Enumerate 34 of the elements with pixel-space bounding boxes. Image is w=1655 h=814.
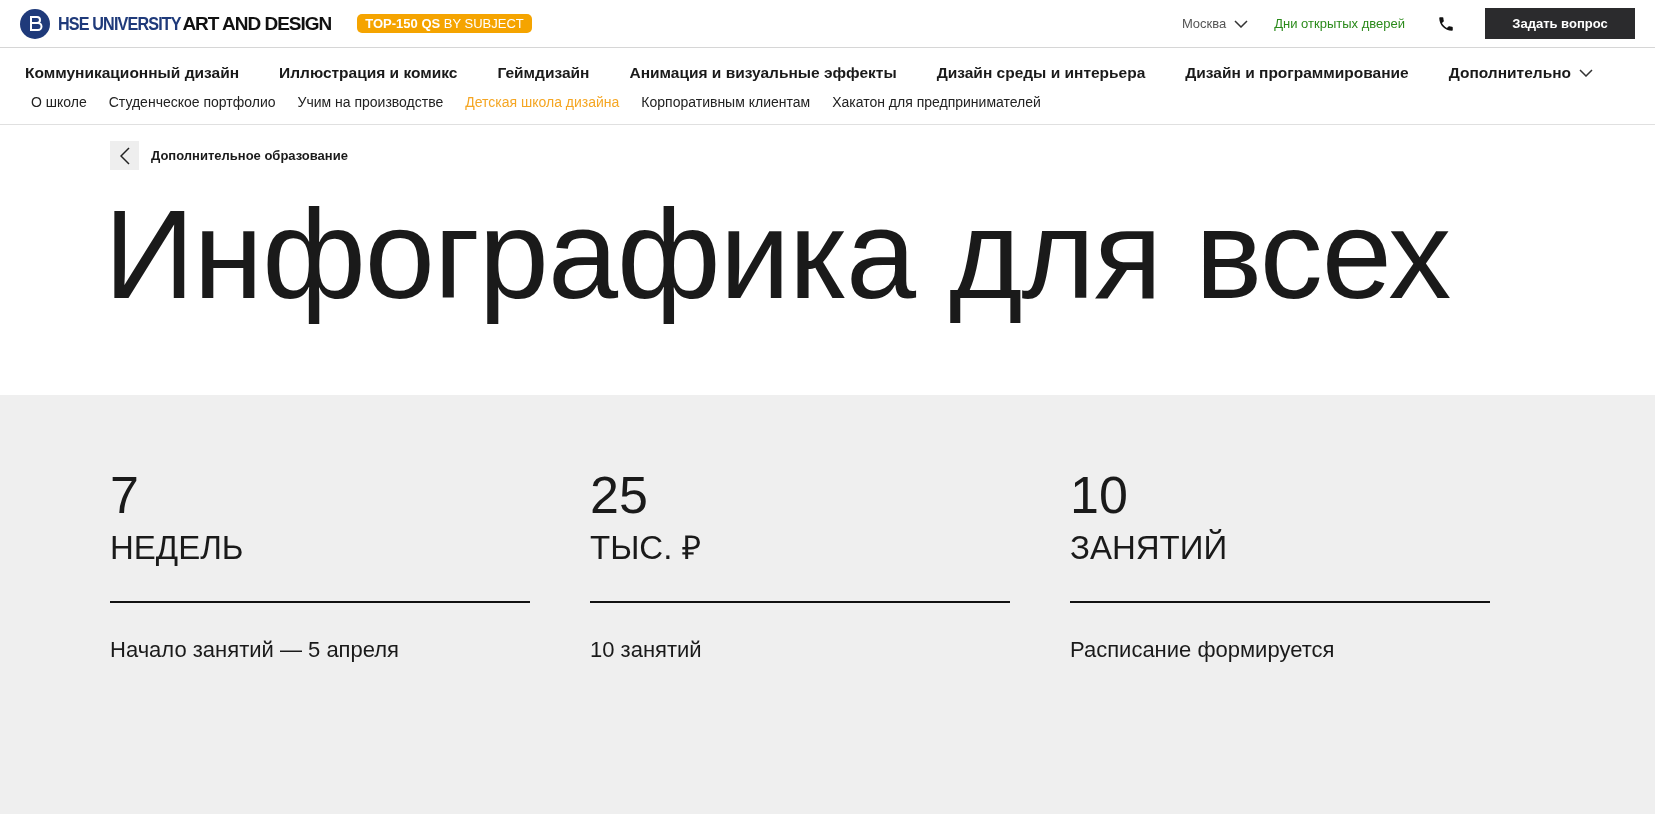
open-days-link[interactable]: Дни открытых дверей (1274, 16, 1405, 31)
page-title: Инфографика для всех (103, 183, 1452, 327)
stat-note: Расписание формируется (1070, 637, 1336, 663)
stat-value: 7 (110, 465, 140, 525)
sub-nav-link[interactable]: Хакатон для предпринимателей (832, 94, 1041, 110)
main-nav-link[interactable]: Коммуникационный дизайн (25, 64, 240, 82)
main-nav-link[interactable]: Дополнительно (1448, 64, 1594, 82)
sub-nav-link[interactable]: Студенческое портфолио (108, 94, 276, 110)
main-nav-link[interactable]: Дизайн и программирование (1185, 64, 1409, 82)
ask-question-button[interactable]: Задать вопрос (1485, 8, 1635, 39)
university-seal-logo (20, 8, 50, 39)
stat-unit: ТЫС. ₽ (590, 528, 702, 568)
main-nav-link[interactable]: Дизайн среды и интерьера (936, 64, 1146, 82)
sub-nav-link[interactable]: О школе (31, 94, 87, 110)
breadcrumb-link[interactable]: Дополнительное образование (151, 148, 348, 163)
stat-note: 10 занятий (590, 637, 703, 663)
stat-note: Начало занятий — 5 апреля (110, 637, 401, 663)
stat-unit: НЕДЕЛЬ (110, 528, 245, 568)
main-nav-link[interactable]: Геймдизайн (497, 64, 590, 82)
ranking-badge: TOP-150 QS BY SUBJECT (357, 14, 532, 33)
back-button[interactable] (110, 141, 139, 170)
sub-nav-link[interactable]: Учим на производстве (297, 94, 444, 110)
logo-text: HSE UNIVERSITY (58, 12, 181, 35)
stat-value: 10 (1070, 465, 1129, 525)
chevron-left-icon (119, 146, 130, 165)
main-nav-link[interactable]: Иллюстрация и комикс (279, 64, 458, 82)
phone-icon[interactable] (1437, 14, 1455, 33)
city-selector[interactable]: Москва (1181, 16, 1249, 31)
chevron-down-icon (1234, 19, 1249, 28)
stat-value: 25 (590, 465, 649, 525)
sub-nav-link[interactable]: Корпоративным клиентам (641, 94, 811, 110)
logo-text: ART AND DESIGN (182, 12, 332, 35)
stat-unit: ЗАНЯТИЙ (1070, 528, 1229, 568)
main-nav-link[interactable]: Анимация и визуальные эффекты (629, 64, 897, 82)
